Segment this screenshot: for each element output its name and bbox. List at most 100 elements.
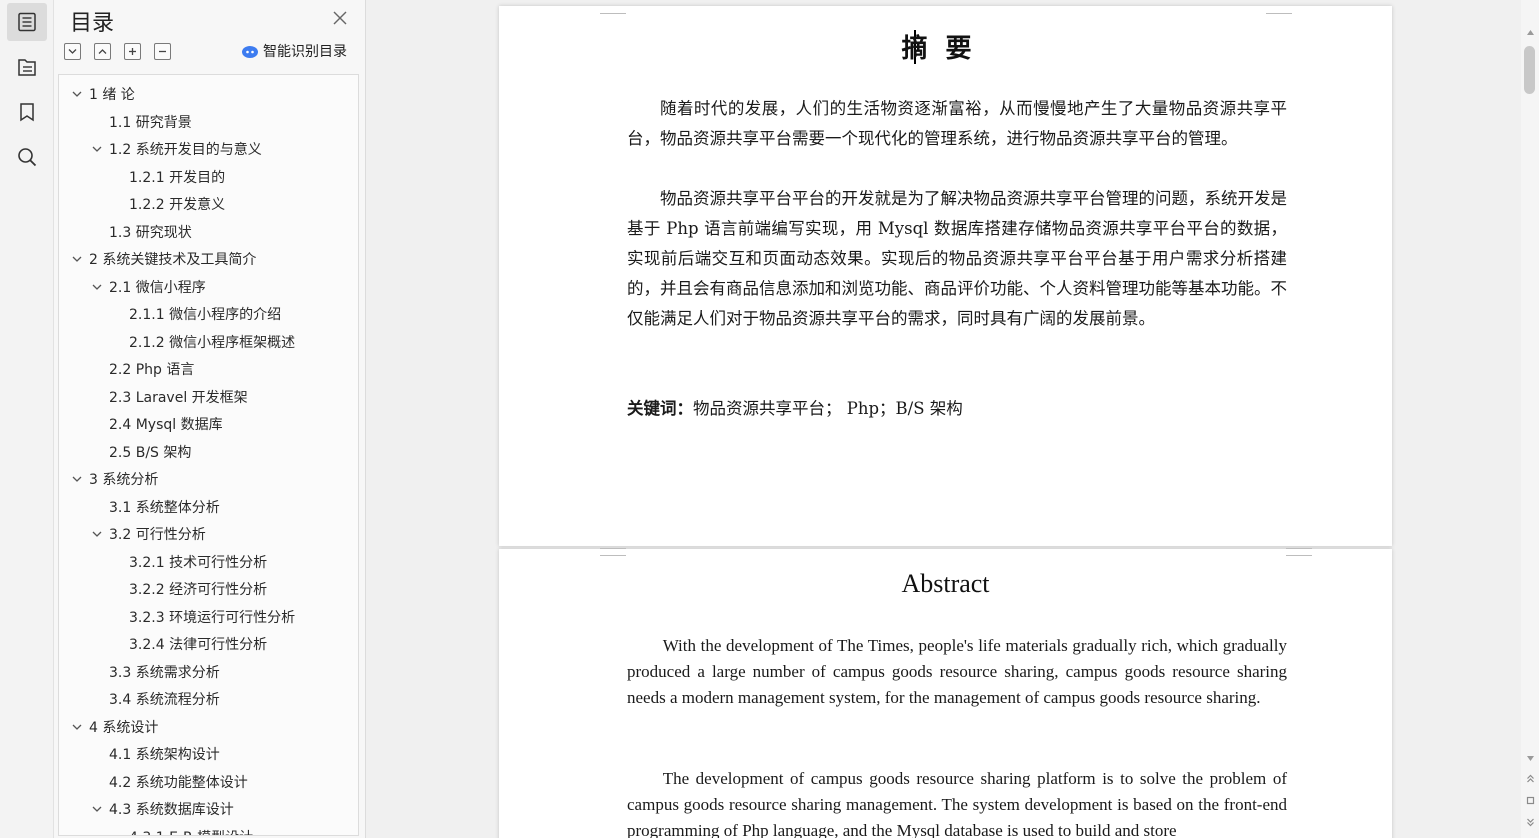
- chevron-down-icon[interactable]: [89, 141, 105, 157]
- toc-item-label: 4 系统设计: [89, 719, 159, 736]
- abstract-zh-paragraph[interactable]: 随着时代的发展，人们的生活物资逐渐富裕，从而慢慢地产生了大量物品资源共享平台，物…: [627, 94, 1287, 154]
- abstract-zh-paragraph[interactable]: 物品资源共享平台平台的开发就是为了解决物品资源共享平台管理的问题，系统开发是基于…: [627, 184, 1287, 334]
- bookmark-button[interactable]: [7, 93, 47, 131]
- toc-item-label: 3.2.1 技术可行性分析: [129, 554, 268, 571]
- abstract-zh-title: 摘要: [901, 34, 990, 64]
- collapse-all-button[interactable]: [64, 43, 81, 60]
- keywords-line[interactable]: 关键词：物品资源共享平台； Php；B/S 架构: [627, 395, 963, 419]
- chevron-down-icon[interactable]: [69, 86, 85, 102]
- toc-item-label: 3.2.2 经济可行性分析: [129, 582, 268, 598]
- toc-item-label: 1.1 研究背景: [109, 114, 192, 131]
- abstract-en-paragraph[interactable]: With the development of The Times, peopl…: [627, 633, 1287, 711]
- chevron-down-icon[interactable]: [69, 471, 85, 487]
- toc-item-label: 3.3 系统需求分析: [109, 664, 220, 681]
- scroll-down-button[interactable]: [1524, 752, 1536, 764]
- browse-object-icon: [1526, 796, 1534, 804]
- expand-level-button[interactable]: [124, 43, 141, 60]
- toc-item[interactable]: 3.4 系统流程分析: [89, 687, 220, 711]
- double-chevron-up-icon: [1526, 774, 1534, 782]
- toc-item[interactable]: 4.3 系统数据库设计: [89, 797, 234, 821]
- navigation-pane-button[interactable]: [7, 48, 47, 86]
- toc-item[interactable]: 4 系统设计: [69, 715, 158, 739]
- toc-item-label: 2.5 B/S 架构: [109, 444, 192, 461]
- toc-item[interactable]: 3.1 系统整体分析: [89, 495, 220, 519]
- next-page-button[interactable]: [1524, 816, 1536, 828]
- toc-item-label: 4.2 系统功能整体设计: [109, 774, 248, 791]
- toc-item[interactable]: 1.2.2 开发意义: [109, 192, 225, 216]
- toc-item-label: 3.2.3 环境运行可行性分析: [129, 609, 296, 626]
- toc-item[interactable]: 3.3 系统需求分析: [89, 660, 220, 684]
- smart-toc-label: 智能识别目录: [263, 44, 347, 60]
- toc-item-label: 1.2 系统开发目的与意义: [109, 142, 262, 158]
- expand-level-icon: [129, 48, 136, 55]
- toc-item[interactable]: 3.2.4 法律可行性分析: [109, 632, 267, 656]
- scroll-thumb[interactable]: [1524, 46, 1535, 94]
- toc-toolbar: [64, 43, 176, 60]
- left-rail: [0, 0, 54, 838]
- chevron-down-icon[interactable]: [89, 801, 105, 817]
- toc-item-label: 2.1 微信小程序: [109, 279, 206, 296]
- toc-item[interactable]: 2.4 Mysql 数据库: [89, 412, 223, 436]
- vertical-scrollbar[interactable]: [1521, 0, 1539, 838]
- toc-item-label: 2.3 Laravel 开发框架: [109, 389, 248, 406]
- toc-item[interactable]: 4.1 系统架构设计: [89, 742, 220, 766]
- toc-item[interactable]: 1.3 研究现状: [89, 220, 192, 244]
- abstract-en-title: Abstract: [901, 569, 990, 598]
- previous-page-button[interactable]: [1524, 772, 1536, 784]
- toc-item[interactable]: 3.2.3 环境运行可行性分析: [109, 605, 295, 629]
- toc-item-label: 2.2 Php 语言: [109, 362, 195, 378]
- toc-item-label: 4.1 系统架构设计: [109, 747, 220, 763]
- toc-item[interactable]: 1.2 系统开发目的与意义: [89, 137, 262, 161]
- search-button[interactable]: [7, 138, 47, 176]
- toc-item[interactable]: 2.5 B/S 架构: [89, 440, 191, 464]
- close-toc-button[interactable]: [330, 8, 350, 28]
- toc-item[interactable]: 1.1 研究背景: [89, 110, 192, 134]
- smart-toc-button[interactable]: 智能识别目录: [241, 41, 347, 61]
- document-area: 摘要 随着时代的发展，人们的生活物资逐渐富裕，从而慢慢地产生了大量物品资源共享平…: [366, 0, 1521, 838]
- toc-item-label: 3.1 系统整体分析: [109, 499, 220, 516]
- bookmark-icon: [20, 103, 34, 122]
- margin-mark: [600, 548, 626, 556]
- toc-item[interactable]: 1.2.1 开发目的: [109, 165, 225, 189]
- keywords-value: 物品资源共享平台； Php；B/S 架构: [693, 399, 963, 418]
- select-browse-object-button[interactable]: [1524, 794, 1536, 806]
- arrow-up-icon: [1526, 29, 1534, 35]
- abstract-en-paragraph[interactable]: The development of campus goods resource…: [627, 766, 1287, 838]
- toc-icon: [18, 12, 36, 32]
- margin-mark: [600, 6, 626, 14]
- toc-item[interactable]: 2.3 Laravel 开发框架: [89, 385, 248, 409]
- toc-item-label: 1 绪 论: [89, 87, 135, 103]
- keywords-label: 关键词：: [627, 399, 693, 418]
- toc-item[interactable]: 2 系统关键技术及工具简介: [69, 247, 256, 271]
- toc-item[interactable]: 2.2 Php 语言: [89, 357, 194, 381]
- toc-item[interactable]: 4.3.1 E-R 模型设计: [109, 825, 253, 836]
- toc-item-label: 4.3.1 E-R 模型设计: [129, 827, 253, 836]
- toc-rail-button[interactable]: [7, 3, 47, 41]
- toc-item[interactable]: 1 绪 论: [69, 82, 135, 106]
- chevron-down-icon[interactable]: [69, 719, 85, 735]
- toc-item[interactable]: 3.2 可行性分析: [89, 522, 206, 546]
- document-page: Abstract With the development of The Tim…: [499, 548, 1392, 838]
- toc-item-label: 2.1.1 微信小程序的介绍: [129, 307, 282, 323]
- toc-item-label: 1.2.2 开发意义: [129, 197, 226, 213]
- toc-item[interactable]: 2.1.1 微信小程序的介绍: [109, 302, 281, 326]
- chevron-down-icon[interactable]: [89, 526, 105, 542]
- toc-item[interactable]: 3.2.2 经济可行性分析: [109, 577, 267, 601]
- toc-item[interactable]: 3 系统分析: [69, 467, 158, 491]
- toc-item-label: 4.3 系统数据库设计: [109, 802, 234, 818]
- toc-item[interactable]: 2.1 微信小程序: [89, 275, 206, 299]
- expand-all-button[interactable]: [94, 43, 111, 60]
- smart-cloud-icon: [242, 46, 258, 58]
- chevron-down-icon[interactable]: [89, 279, 105, 295]
- chevron-down-icon[interactable]: [69, 251, 85, 267]
- toc-item[interactable]: 4.2 系统功能整体设计: [89, 770, 248, 794]
- navigation-pane-icon: [18, 59, 36, 76]
- double-chevron-down-icon: [1526, 818, 1534, 826]
- collapse-level-button[interactable]: [154, 43, 171, 60]
- toc-item[interactable]: 3.2.1 技术可行性分析: [109, 550, 267, 574]
- toc-panel: 目录 智能识别目录 1 绪 论 1.1 研究背景 1.2 系统开发目的与意义 1.2.…: [54, 0, 366, 838]
- toc-item[interactable]: 2.1.2 微信小程序框架概述: [109, 330, 295, 354]
- scroll-up-button[interactable]: [1524, 26, 1536, 38]
- toc-title: 目录: [70, 11, 115, 36]
- toc-item-label: 3.2.4 法律可行性分析: [129, 637, 268, 653]
